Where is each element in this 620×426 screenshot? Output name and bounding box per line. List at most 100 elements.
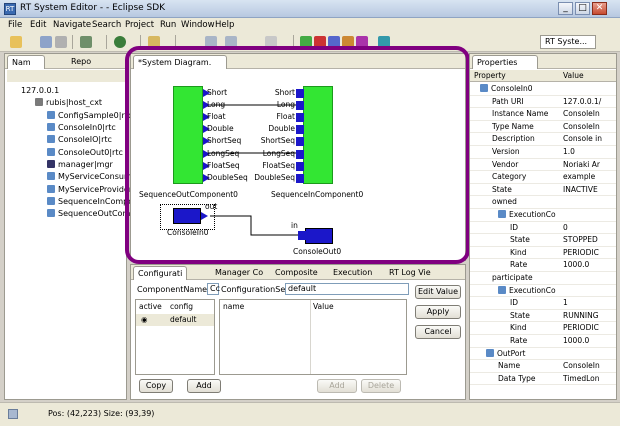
component-name-field[interactable]: Cc [207, 283, 220, 295]
copy-button[interactable]: Copy [139, 379, 173, 393]
property-row[interactable]: ConsoleIn0 [470, 83, 616, 96]
search-icon[interactable] [148, 36, 160, 48]
menu-help[interactable]: Help [215, 20, 234, 30]
tab-rt-log-viewer[interactable]: RT Log Vie [385, 266, 439, 280]
new-icon[interactable] [10, 36, 22, 48]
tree-item-rtc[interactable]: ConsoleIO|rtc [47, 135, 112, 144]
tree-item-rtc[interactable]: ConsoleIn0|rtc [47, 123, 116, 132]
add-param-button[interactable]: Add [317, 379, 357, 393]
tab-composite[interactable]: Composite [271, 266, 325, 280]
close-button[interactable]: ✕ [592, 2, 607, 15]
tab-properties[interactable]: Properties [472, 55, 538, 69]
console-in-component[interactable] [173, 208, 201, 224]
nav-icon[interactable] [265, 36, 277, 48]
property-row[interactable]: ExecutionCo [470, 285, 616, 298]
property-row[interactable]: Category example [470, 171, 616, 184]
connect-icon[interactable] [378, 36, 390, 48]
in-port-shortseq[interactable] [296, 137, 304, 147]
property-row[interactable]: Version 1.0 [470, 146, 616, 159]
property-row[interactable]: ID 1 [470, 297, 616, 310]
property-row[interactable]: ExecutionCo [470, 209, 616, 222]
property-row[interactable]: Rate 1000.0 [470, 335, 616, 348]
cancel-button[interactable]: Cancel [415, 325, 461, 339]
tree-item-rtc[interactable]: SequenceInCompo [47, 197, 133, 206]
properties-table[interactable]: ConsoleIn0 Path URI 127.0.0.1/Instance Nam… [470, 83, 616, 397]
property-row[interactable]: ID 0 [470, 222, 616, 235]
deactivate-icon[interactable] [342, 36, 354, 48]
menu-file[interactable]: File [8, 20, 22, 30]
fast-view-icon[interactable] [8, 409, 18, 419]
in-port-float[interactable] [296, 113, 304, 123]
activate-icon[interactable] [328, 36, 340, 48]
menu-edit[interactable]: Edit [30, 20, 46, 30]
tab-manager-control[interactable]: Manager Co [211, 266, 267, 280]
active-radio[interactable]: ◉ [141, 315, 148, 324]
tree-item-rtc[interactable]: SequenceOutComp [47, 209, 135, 218]
property-row[interactable]: owned [470, 196, 616, 209]
menu-project[interactable]: Project [125, 20, 154, 30]
property-row[interactable]: State INACTIVE [470, 184, 616, 197]
property-row[interactable]: Name ConsoleIn [470, 360, 616, 373]
tab-name-service[interactable]: Nam [7, 55, 45, 69]
console-out-in-port[interactable] [298, 231, 306, 240]
apply-button[interactable]: Apply [415, 305, 461, 319]
in-port-double[interactable] [296, 125, 304, 135]
config-set-table[interactable]: active config ◉ default [135, 299, 215, 375]
console-in-out-port[interactable] [201, 212, 208, 220]
save-icon[interactable] [40, 36, 52, 48]
in-port-floatseq[interactable] [296, 161, 304, 171]
property-row[interactable]: Kind PERIODIC [470, 247, 616, 260]
diagram-canvas[interactable]: SequenceOutComponent0 SequenceInComponen… [133, 71, 463, 258]
tree-item-rtc[interactable]: MyServiceConsum [47, 172, 132, 181]
property-row[interactable]: participate [470, 272, 616, 285]
build-icon[interactable] [80, 36, 92, 48]
in-port-short[interactable] [296, 89, 304, 98]
property-row[interactable]: Path URI 127.0.0.1/ [470, 96, 616, 109]
property-row[interactable]: State RUNNING [470, 310, 616, 323]
minimize-button[interactable]: _ [558, 2, 573, 15]
in-port-longseq[interactable] [296, 149, 304, 159]
tree-item-manager[interactable]: manager|mgr [47, 160, 113, 169]
in-port-doubleseq[interactable] [296, 173, 304, 183]
in-port-long[interactable] [296, 101, 304, 111]
menu-search[interactable]: Search [92, 20, 121, 30]
property-row[interactable]: Description Console in [470, 133, 616, 146]
stop-all-icon[interactable] [314, 36, 326, 48]
tree-item-rtc[interactable]: ConsoleOut0|rtc [47, 148, 123, 157]
perspective-tab[interactable]: RT Syste... [540, 35, 596, 49]
start-all-icon[interactable] [300, 36, 312, 48]
delete-param-button[interactable]: Delete [361, 379, 401, 393]
run-icon[interactable] [114, 36, 126, 48]
sequence-in-component[interactable] [303, 86, 333, 184]
tab-configuration[interactable]: Configurati [133, 266, 187, 280]
property-row[interactable]: State STOPPED [470, 234, 616, 247]
property-row[interactable]: Kind PERIODIC [470, 322, 616, 335]
table-row[interactable]: ◉ default [136, 314, 214, 326]
menu-navigate[interactable]: Navigate [53, 20, 91, 30]
reset-icon[interactable] [356, 36, 368, 48]
property-row[interactable]: Type Name ConsoleIn [470, 121, 616, 134]
tree-host[interactable]: rubis|host_cxt [35, 98, 102, 107]
menu-window[interactable]: Window [181, 20, 215, 30]
property-row[interactable]: OutPort [470, 348, 616, 361]
maximize-button[interactable]: □ [575, 2, 590, 15]
tree-item-rtc[interactable]: ConfigSample0|rtc [47, 111, 132, 120]
edit-value-button[interactable]: Edit Value [415, 285, 461, 299]
tree-root[interactable]: 127.0.0.1 [21, 86, 59, 95]
menu-run[interactable]: Run [160, 20, 176, 30]
tree-item-rtc[interactable]: MyServiceProvider [47, 185, 132, 194]
console-out-component[interactable] [305, 228, 333, 244]
property-row[interactable]: Vendor Noriaki Ar [470, 159, 616, 172]
tab-system-diagram[interactable]: *System Diagram. [133, 55, 227, 69]
property-row[interactable]: Data Type TimedLon [470, 373, 616, 386]
print-icon[interactable] [55, 36, 67, 48]
config-param-table[interactable]: name Value [219, 299, 407, 375]
forward-icon[interactable] [225, 36, 237, 48]
sequence-out-component[interactable] [173, 86, 203, 184]
back-icon[interactable] [205, 36, 217, 48]
property-row[interactable]: Rate 1000.0 [470, 259, 616, 272]
property-row[interactable]: Instance Name ConsoleIn [470, 108, 616, 121]
connector-line[interactable] [210, 215, 299, 236]
configuration-set-field[interactable]: default [285, 283, 409, 295]
tab-execution[interactable]: Execution [329, 266, 381, 280]
